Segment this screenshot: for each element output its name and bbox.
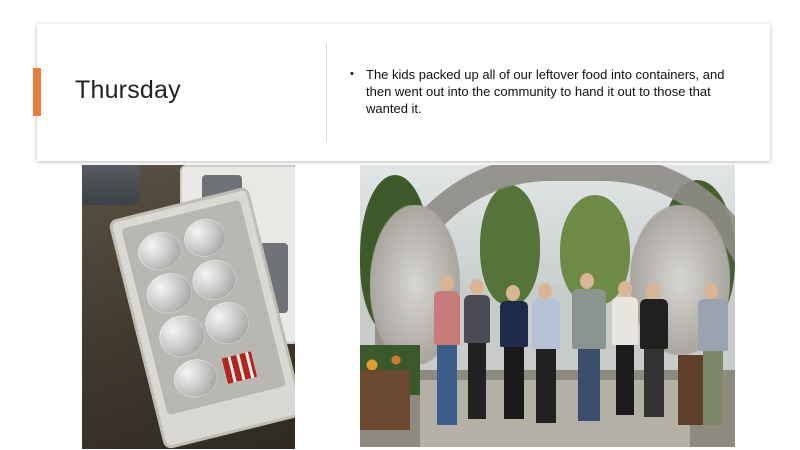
- group-photo: [360, 165, 735, 447]
- drink-carton: [221, 351, 258, 384]
- foil-container: [133, 227, 186, 276]
- foil-container: [169, 354, 222, 403]
- foil-container: [188, 255, 241, 305]
- foil-container: [154, 310, 210, 363]
- bullet-item: • The kids packed up all of our leftover…: [350, 66, 730, 117]
- cooler-photo: [82, 165, 295, 449]
- foil-container: [200, 297, 254, 349]
- slide: Thursday • The kids packed up all of our…: [0, 0, 800, 450]
- foil-container: [142, 268, 197, 319]
- foil-container: [180, 214, 230, 262]
- trash-bin: [82, 165, 140, 205]
- bullet-text: The kids packed up all of our leftover f…: [366, 67, 725, 116]
- bullet-icon: •: [350, 68, 354, 80]
- slide-title: Thursday: [75, 76, 181, 104]
- planter: [360, 370, 410, 430]
- bullet-list: • The kids packed up all of our leftover…: [350, 66, 730, 117]
- card-divider: [326, 44, 327, 142]
- accent-bar: [33, 68, 41, 116]
